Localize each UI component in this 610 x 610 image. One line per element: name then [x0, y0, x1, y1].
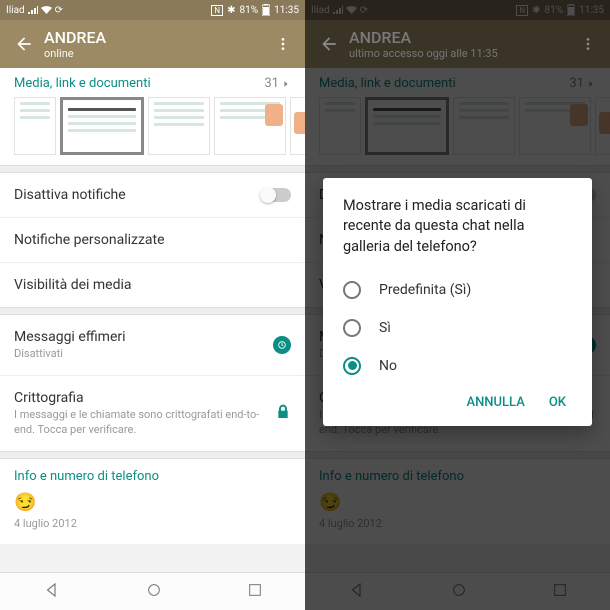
mute-notifications-row[interactable]: Disattiva notifiche: [0, 173, 305, 218]
nav-home-button[interactable]: [146, 582, 162, 602]
dialog-title: Mostrare i media scaricati di recente da…: [343, 196, 572, 257]
radio-icon[interactable]: [343, 281, 361, 299]
media-header-label: Media, link e documenti: [14, 76, 151, 91]
media-thumbnails[interactable]: [14, 97, 291, 155]
battery-icon: [262, 4, 270, 16]
media-thumb[interactable]: [148, 97, 210, 155]
option-yes[interactable]: Sì: [343, 309, 572, 347]
media-visibility-row[interactable]: Visibilità dei media: [0, 263, 305, 307]
app-bar: ANDREA online: [0, 20, 305, 68]
media-thumb[interactable]: [14, 97, 56, 155]
phone-right: Iliad ⟳ N ✱ 81% 11:35 ANDREA ultimo acce…: [305, 0, 610, 610]
back-button[interactable]: [10, 34, 38, 54]
system-nav-bar: [0, 572, 305, 610]
custom-notifications-row[interactable]: Notifiche personalizzate: [0, 218, 305, 263]
radio-icon[interactable]: [343, 319, 361, 337]
option-no[interactable]: No: [343, 347, 572, 385]
radio-icon[interactable]: [343, 357, 361, 375]
media-thumb[interactable]: [290, 97, 305, 155]
clock-label: 11:35: [274, 5, 299, 16]
nfc-icon: N: [211, 5, 223, 16]
media-section[interactable]: Media, link e documenti 31: [0, 68, 305, 165]
chevron-right-icon: [281, 79, 291, 89]
about-emoji: 😏: [14, 492, 291, 513]
cancel-button[interactable]: ANNULLA: [466, 395, 524, 410]
mute-toggle[interactable]: [261, 188, 291, 202]
bluetooth-icon: ✱: [227, 5, 235, 16]
option-default[interactable]: Predefinita (Sì): [343, 271, 572, 309]
phone-left: Iliad ⟳ N ✱ 81% 11:35 ANDREA online: [0, 0, 305, 610]
contact-name[interactable]: ANDREA: [44, 28, 271, 47]
media-thumb[interactable]: [60, 97, 144, 155]
about-date: 4 luglio 2012: [14, 517, 291, 530]
info-header: Info e numero di telefono: [14, 469, 291, 484]
signal-icon: [28, 6, 38, 14]
media-visibility-dialog: Mostrare i media scaricati di recente da…: [323, 178, 592, 426]
media-count: 31: [264, 76, 279, 91]
media-thumb[interactable]: [214, 97, 286, 155]
lock-icon: [275, 404, 291, 424]
ephemeral-status-icon: [273, 336, 291, 354]
presence-label: online: [44, 47, 271, 60]
ephemeral-messages-row[interactable]: Messaggi effimeri Disattivati: [0, 315, 305, 376]
ok-button[interactable]: OK: [549, 395, 566, 410]
carrier-label: Iliad: [6, 5, 25, 16]
content-scroll[interactable]: Media, link e documenti 31 Disattiva not…: [0, 68, 305, 572]
battery-percent: 81%: [240, 5, 259, 16]
encryption-row[interactable]: Crittografia I messaggi e le chiamate so…: [0, 376, 305, 451]
info-section: Info e numero di telefono 😏 4 luglio 201…: [0, 459, 305, 544]
overflow-menu-button[interactable]: [271, 36, 295, 52]
nav-back-button[interactable]: [43, 581, 61, 603]
status-bar: Iliad ⟳ N ✱ 81% 11:35: [0, 0, 305, 20]
nav-recents-button[interactable]: [247, 582, 263, 602]
sync-icon: ⟳: [55, 5, 63, 16]
wifi-icon: [41, 6, 52, 14]
